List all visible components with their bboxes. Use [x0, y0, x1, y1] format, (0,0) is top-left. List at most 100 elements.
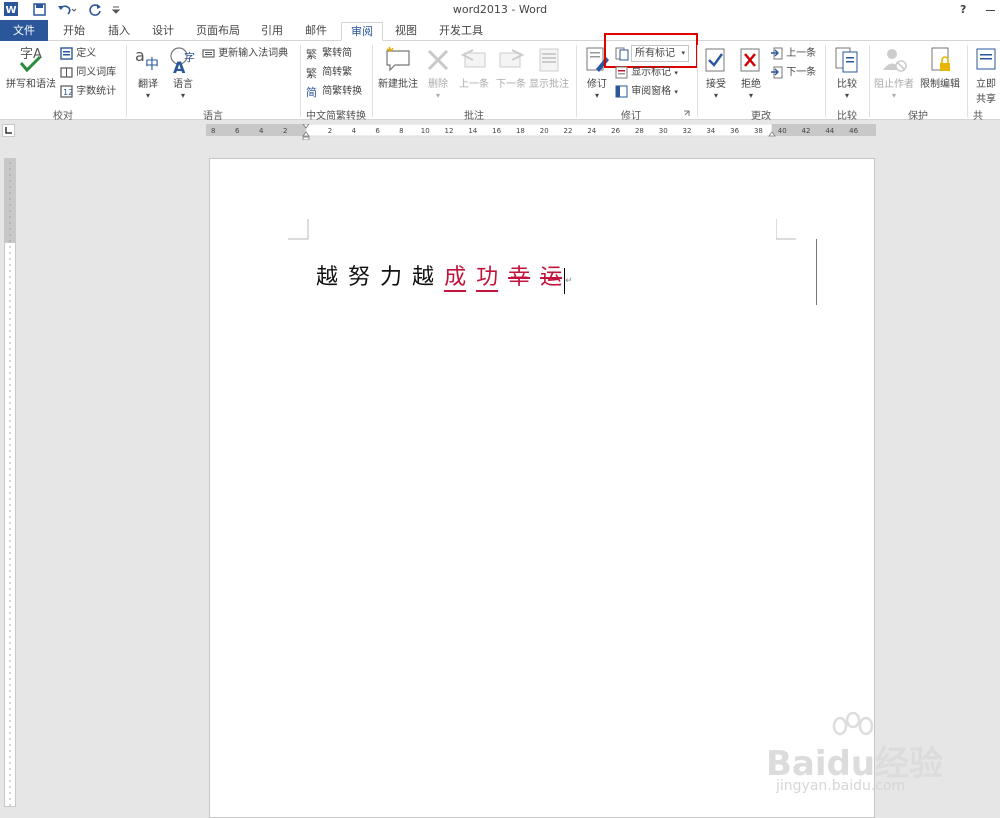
plain-char: 努	[348, 265, 371, 290]
tab-review[interactable]: 审阅	[341, 22, 383, 41]
update-ime-dictionary-button[interactable]: 更新输入法词典	[202, 45, 288, 63]
new-comment-icon	[386, 46, 410, 72]
reject-button[interactable]: 拒绝 ▾	[736, 45, 766, 101]
previous-change-button[interactable]: 上一条	[770, 45, 816, 63]
next-change-button[interactable]: 下一条	[770, 64, 816, 82]
help-button[interactable]: ?	[960, 3, 966, 16]
show-comments-icon	[539, 48, 559, 72]
previous-change-icon	[771, 47, 783, 59]
ruler-tick-label: 38	[754, 127, 763, 135]
plain-char: 力	[380, 265, 403, 290]
ruler-tick-label: 44	[825, 127, 834, 135]
delete-comment-icon	[427, 49, 449, 71]
ruler-tick-label: 20	[540, 127, 549, 135]
show-markup-icon	[615, 66, 628, 78]
tab-design[interactable]: 设计	[143, 22, 183, 41]
word-count-button[interactable]: 123 字数统计	[60, 83, 116, 101]
margin-corner-top-right	[776, 219, 796, 240]
ribbon-review: 字A 拼写和语法 定义 同义词库 123 字数统计 校对 a 中 翻译▾ A 字…	[0, 33, 1000, 122]
spelling-grammar-button[interactable]: 字A 拼写和语法	[4, 45, 58, 90]
share-now-button[interactable]: 立即 共享	[972, 45, 1000, 105]
left-tab-icon	[5, 127, 12, 134]
new-comment-button[interactable]: 新建批注	[376, 45, 420, 90]
svg-text:中: 中	[145, 57, 159, 73]
ruler-tick-label: 18	[516, 127, 525, 135]
redo-icon[interactable]	[89, 3, 102, 16]
ruler-tick-label: 6	[375, 127, 380, 135]
define-button[interactable]: 定义	[60, 45, 96, 63]
ruler-tick-label: 46	[849, 127, 858, 135]
lock-icon	[931, 47, 950, 71]
tab-developer[interactable]: 开发工具	[432, 22, 490, 41]
next-comment-button[interactable]: 下一条	[493, 45, 529, 90]
inserted-char: 功	[476, 265, 499, 290]
tab-insert[interactable]: 插入	[99, 22, 139, 41]
compare-button[interactable]: 比较 ▾	[832, 45, 862, 101]
restrict-editing-button[interactable]: 限制编辑	[917, 45, 963, 90]
thesaurus-button[interactable]: 同义词库	[60, 64, 116, 82]
svg-text:W: W	[5, 5, 16, 16]
language-button[interactable]: A 字 语言 ▾	[167, 45, 199, 101]
previous-comment-button[interactable]: 上一条	[456, 45, 492, 90]
chinese-conversion-button[interactable]: 简 简繁转换	[306, 83, 362, 101]
reviewing-pane-icon	[615, 85, 628, 97]
simplified-to-traditional-button[interactable]: 繁 简转繁	[306, 64, 352, 82]
ruler-tick-label: 4	[259, 127, 264, 135]
vertical-ruler[interactable]	[4, 158, 16, 807]
ruler-tick-label: 30	[659, 127, 668, 135]
compare-icon	[835, 47, 858, 73]
minimize-icon[interactable]	[986, 7, 996, 13]
show-markup-button[interactable]: 显示标记 ▾	[615, 64, 678, 82]
translate-button[interactable]: a 中 翻译 ▾	[132, 45, 164, 101]
ruler-tick-label: 28	[635, 127, 644, 135]
horizontal-ruler[interactable]: 8642 2 4 6 8 10 12 14 16 18 20 22 24 26 28 30 32 34 36 38 4…	[206, 124, 876, 140]
tab-layout[interactable]: 页面布局	[188, 22, 248, 41]
reviewing-pane-button[interactable]: 审阅窗格 ▾	[615, 83, 678, 101]
ruler-tick-label: 16	[492, 127, 501, 135]
ruler-tick-label: 8	[399, 127, 403, 135]
block-authors-button[interactable]: 阻止作者 ▾	[873, 45, 915, 101]
show-comments-button[interactable]: 显示批注	[529, 45, 569, 90]
tab-selector[interactable]	[2, 124, 15, 137]
svg-text:字: 字	[184, 50, 195, 64]
tab-references[interactable]: 引用	[252, 22, 292, 41]
customize-toolbar-icon[interactable]	[112, 5, 120, 14]
traditional-to-simplified-button[interactable]: 繁 繁转简	[306, 45, 352, 63]
word-logo-icon[interactable]: W	[4, 2, 18, 16]
block-authors-icon	[883, 49, 907, 72]
ruler-tick-label: 36	[730, 127, 739, 135]
tab-mailings[interactable]: 邮件	[296, 22, 336, 41]
ruler-tick-label: 42	[802, 127, 811, 135]
vertical-ruler-ticks	[9, 162, 11, 806]
save-icon[interactable]	[33, 3, 46, 16]
reject-icon	[740, 48, 760, 72]
accept-button[interactable]: 接受 ▾	[701, 45, 731, 101]
svg-text:a: a	[135, 46, 145, 65]
translate-icon: a 中	[135, 46, 159, 73]
spelling-check-icon: 字A	[19, 47, 42, 73]
next-comment-icon	[499, 49, 525, 68]
dialog-launcher-icon[interactable]	[683, 110, 690, 117]
tab-file[interactable]: 文件	[0, 20, 48, 41]
svg-text:简: 简	[306, 85, 317, 98]
ruler-tick-label: 24	[587, 127, 596, 135]
share-icon	[976, 48, 996, 70]
ruler-tick-label: 4	[352, 127, 357, 135]
word-count-icon: 123	[60, 84, 78, 98]
simp-to-trad-icon: 繁	[306, 66, 317, 80]
window-title: word2013 - Word	[452, 3, 548, 16]
tab-view[interactable]: 视图	[386, 22, 426, 41]
undo-icon[interactable]	[57, 3, 77, 16]
tab-home[interactable]: 开始	[54, 22, 94, 41]
ruler-tick-label: 34	[706, 127, 715, 135]
delete-comment-button[interactable]: 删除 ▾	[423, 45, 453, 101]
document-body-text[interactable]: 越努力越成功幸运 ↵	[316, 259, 573, 294]
trad-to-simp-icon: 繁	[306, 47, 317, 61]
ruler-tick-label: 2	[283, 127, 287, 135]
language-globe-icon: A 字	[170, 47, 195, 75]
ruler-tick-label: 10	[421, 127, 430, 135]
ruler-tick-label: 26	[611, 127, 620, 135]
ribbon-tabs: 文件 开始 插入 设计 页面布局 引用 邮件 审阅 视图 开发工具	[0, 20, 1000, 41]
watermark: Baidu经验 jingyan.baidu.com	[766, 712, 996, 802]
paragraph-mark-icon: ↵	[565, 276, 573, 286]
